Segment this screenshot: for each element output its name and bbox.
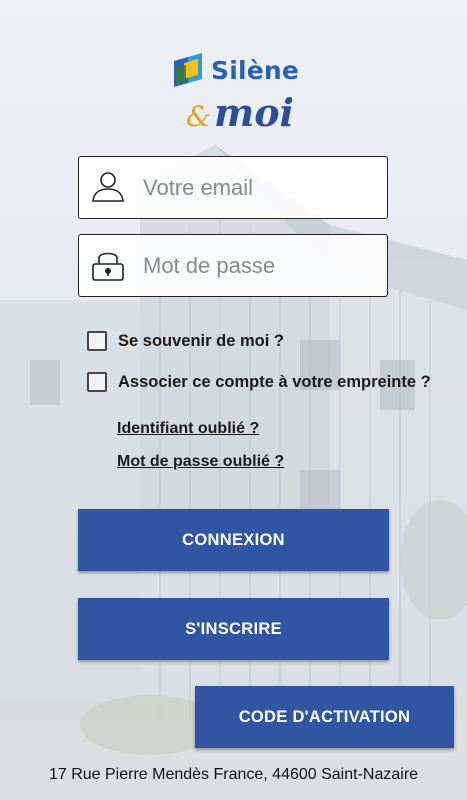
- fingerprint-row[interactable]: Associer ce compte à votre empreinte ?: [87, 370, 431, 394]
- remember-me-label: Se souvenir de moi ?: [118, 331, 284, 350]
- footer-address: 17 Rue Pierre Mendès France, 44600 Saint…: [48, 766, 419, 783]
- silene-logo-icon: [174, 53, 208, 94]
- brand-name: Silène: [211, 56, 300, 85]
- lock-icon: [90, 247, 126, 288]
- remember-me-checkbox[interactable]: [87, 331, 107, 351]
- fingerprint-checkbox[interactable]: [87, 372, 107, 392]
- tagline-moi: moi: [214, 90, 294, 135]
- password-field[interactable]: [78, 234, 388, 297]
- forgot-password-link[interactable]: Mot de passe oublié ?: [117, 453, 284, 471]
- user-icon: [90, 169, 126, 210]
- remember-me-row[interactable]: Se souvenir de moi ?: [87, 329, 284, 353]
- tagline-amp: &: [186, 100, 211, 133]
- activation-code-button[interactable]: CODE D'ACTIVATION: [195, 686, 454, 748]
- register-button[interactable]: S'INSCRIRE: [78, 598, 389, 660]
- fingerprint-label: Associer ce compte à votre empreinte ?: [118, 372, 431, 391]
- email-field[interactable]: [78, 156, 388, 219]
- password-input[interactable]: [141, 245, 380, 287]
- email-input[interactable]: [141, 167, 380, 209]
- forgot-id-link[interactable]: Identifiant oublié ?: [117, 420, 259, 438]
- connexion-button[interactable]: CONNEXION: [78, 509, 389, 571]
